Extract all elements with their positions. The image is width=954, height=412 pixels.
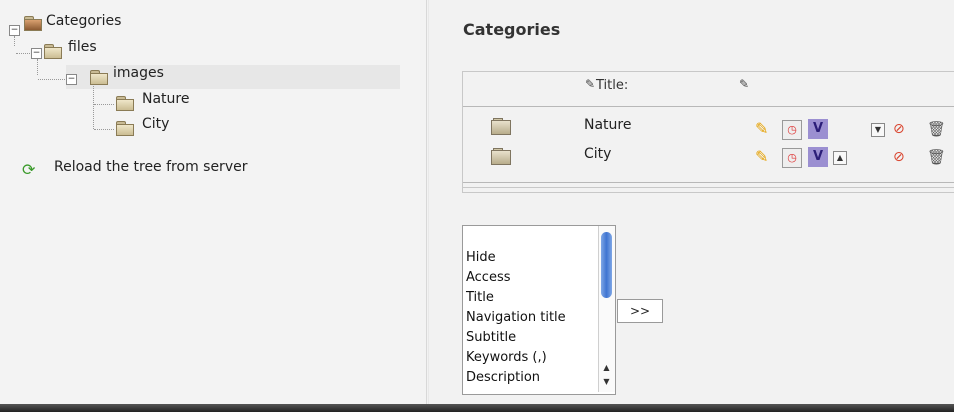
page-title: Categories <box>463 20 561 39</box>
pencil-icon[interactable]: ✎ <box>755 120 773 138</box>
list-item[interactable]: Description <box>466 370 540 385</box>
history-icon[interactable]: ◷ <box>782 148 802 168</box>
hide-icon[interactable]: ⊘ <box>893 120 911 138</box>
add-field-button[interactable]: >> <box>617 299 663 323</box>
listbox-scrollbar[interactable]: ▲ ▼ <box>598 226 615 392</box>
reload-icon[interactable]: ⟳ <box>22 162 38 178</box>
record-icon[interactable] <box>491 118 511 135</box>
collapse-files-toggle[interactable]: − <box>31 48 42 59</box>
row-title[interactable]: Nature <box>584 117 631 133</box>
column-title-header: Title: <box>596 78 629 93</box>
folder-icon <box>44 44 62 59</box>
move-down-icon[interactable]: ▼ <box>871 123 885 137</box>
trash-icon[interactable]: 🗑 <box>927 148 946 166</box>
list-item[interactable]: Title <box>466 290 494 305</box>
bottom-shadow <box>0 404 954 412</box>
record-icon[interactable] <box>491 148 511 165</box>
list-item[interactable]: Keywords (,) <box>466 350 547 365</box>
list-item[interactable]: Hide <box>466 250 496 265</box>
scroll-thumb[interactable] <box>601 232 612 298</box>
list-item[interactable]: Subtitle <box>466 330 516 345</box>
folder-icon <box>116 121 134 136</box>
pencil-icon[interactable]: ✎ <box>755 148 773 166</box>
collapse-root-toggle[interactable]: − <box>9 25 20 36</box>
hide-icon[interactable]: ⊘ <box>893 148 911 166</box>
panel-divider <box>426 0 427 404</box>
app-frame: − Categories − files − images Nature Cit… <box>0 0 954 404</box>
table-header: ✎ Title: ✎ <box>463 72 954 107</box>
view-button[interactable]: V <box>808 119 828 139</box>
collapse-images-toggle[interactable]: − <box>66 74 77 85</box>
row-title[interactable]: City <box>584 146 611 162</box>
tree-panel: − Categories − files − images Nature Cit… <box>0 0 426 404</box>
tree-item-city[interactable]: City <box>142 113 169 135</box>
field-select-list[interactable]: Hide Access Title Navigation title Subti… <box>462 225 616 395</box>
tree-item-images[interactable]: images <box>113 62 164 84</box>
reload-tree-link[interactable]: Reload the tree from server <box>54 159 247 175</box>
edit-all-icon[interactable]: ✎ <box>739 78 751 91</box>
folder-icon <box>116 96 134 111</box>
move-up-icon[interactable]: ▲ <box>833 151 847 165</box>
trash-icon[interactable]: 🗑 <box>927 120 946 138</box>
scroll-up-arrow-icon[interactable]: ▲ <box>601 362 612 373</box>
tree-item-categories[interactable]: Categories <box>46 10 121 32</box>
scroll-down-arrow-icon[interactable]: ▼ <box>601 376 612 387</box>
view-button[interactable]: V <box>808 147 828 167</box>
list-item[interactable]: Navigation title <box>466 310 566 325</box>
table-footer <box>463 182 954 188</box>
categories-folder-icon <box>24 16 42 31</box>
list-item[interactable]: Access <box>466 270 511 285</box>
folder-icon <box>90 70 108 85</box>
records-table: ✎ Title: ✎ Nature ✎ ◷ V ▼ ⊘ 🗑 City ✎ ◷ V… <box>462 71 954 193</box>
history-icon[interactable]: ◷ <box>782 120 802 140</box>
tree-item-files[interactable]: files <box>68 36 97 58</box>
tree-item-nature[interactable]: Nature <box>142 88 189 110</box>
